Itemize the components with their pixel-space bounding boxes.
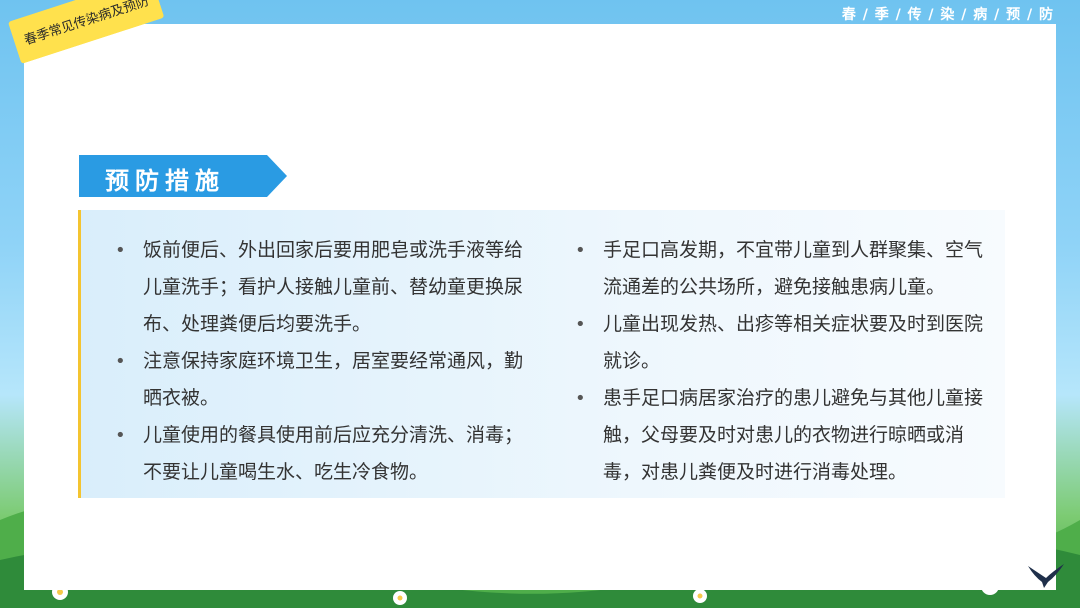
bullet-icon: • [115, 240, 126, 261]
list-item: • 儿童出现发热、出疹等相关症状要及时到医院就诊。 [575, 306, 995, 380]
header-title: 春 / 季 / 传 / 染 / 病 / 预 / 防 [841, 7, 1054, 23]
list-item-text: 儿童出现发热、出疹等相关症状要及时到医院就诊。 [603, 313, 984, 372]
list-item: • 儿童使用的餐具使用前后应充分清洗、消毒；不要让儿童喝生水、吃生冷食物。 [115, 417, 535, 491]
list-item: • 注意保持家庭环境卫生，居室要经常通风，勤晒衣被。 [115, 343, 535, 417]
right-column: • 手足口高发期，不宜带儿童到人群聚集、空气流通差的公共场所，避免接触患病儿童。… [575, 232, 995, 491]
list-item-text: 饭前便后、外出回家后要用肥皂或洗手液等给儿童洗手；看护人接触儿童前、替幼童更换尿… [143, 239, 524, 335]
swallow-icon [1028, 564, 1064, 588]
bullet-icon: • [575, 240, 586, 261]
list-item-text: 患手足口病居家治疗的患儿避免与其他儿童接触，父母要及时对患儿的衣物进行晾晒或消毒… [603, 387, 984, 483]
bullet-icon: • [115, 351, 126, 372]
list-item: • 手足口高发期，不宜带儿童到人群聚集、空气流通差的公共场所，避免接触患病儿童。 [575, 232, 995, 306]
measures-box: • 饭前便后、外出回家后要用肥皂或洗手液等给儿童洗手；看护人接触儿童前、替幼童更… [78, 210, 1005, 498]
left-column: • 饭前便后、外出回家后要用肥皂或洗手液等给儿童洗手；看护人接触儿童前、替幼童更… [115, 232, 535, 491]
section-title: 预防措施 [105, 167, 225, 195]
section-header: 预防措施 [79, 155, 287, 197]
list-item: • 患手足口病居家治疗的患儿避免与其他儿童接触，父母要及时对患儿的衣物进行晾晒或… [575, 380, 995, 491]
list-item-text: 手足口高发期，不宜带儿童到人群聚集、空气流通差的公共场所，避免接触患病儿童。 [603, 239, 984, 298]
bullet-icon: • [575, 314, 586, 335]
list-item-text: 注意保持家庭环境卫生，居室要经常通风，勤晒衣被。 [143, 350, 524, 409]
bullet-icon: • [115, 425, 126, 446]
list-item: • 饭前便后、外出回家后要用肥皂或洗手液等给儿童洗手；看护人接触儿童前、替幼童更… [115, 232, 535, 343]
bullet-icon: • [575, 388, 586, 409]
list-item-text: 儿童使用的餐具使用前后应充分清洗、消毒；不要让儿童喝生水、吃生冷食物。 [143, 424, 524, 483]
